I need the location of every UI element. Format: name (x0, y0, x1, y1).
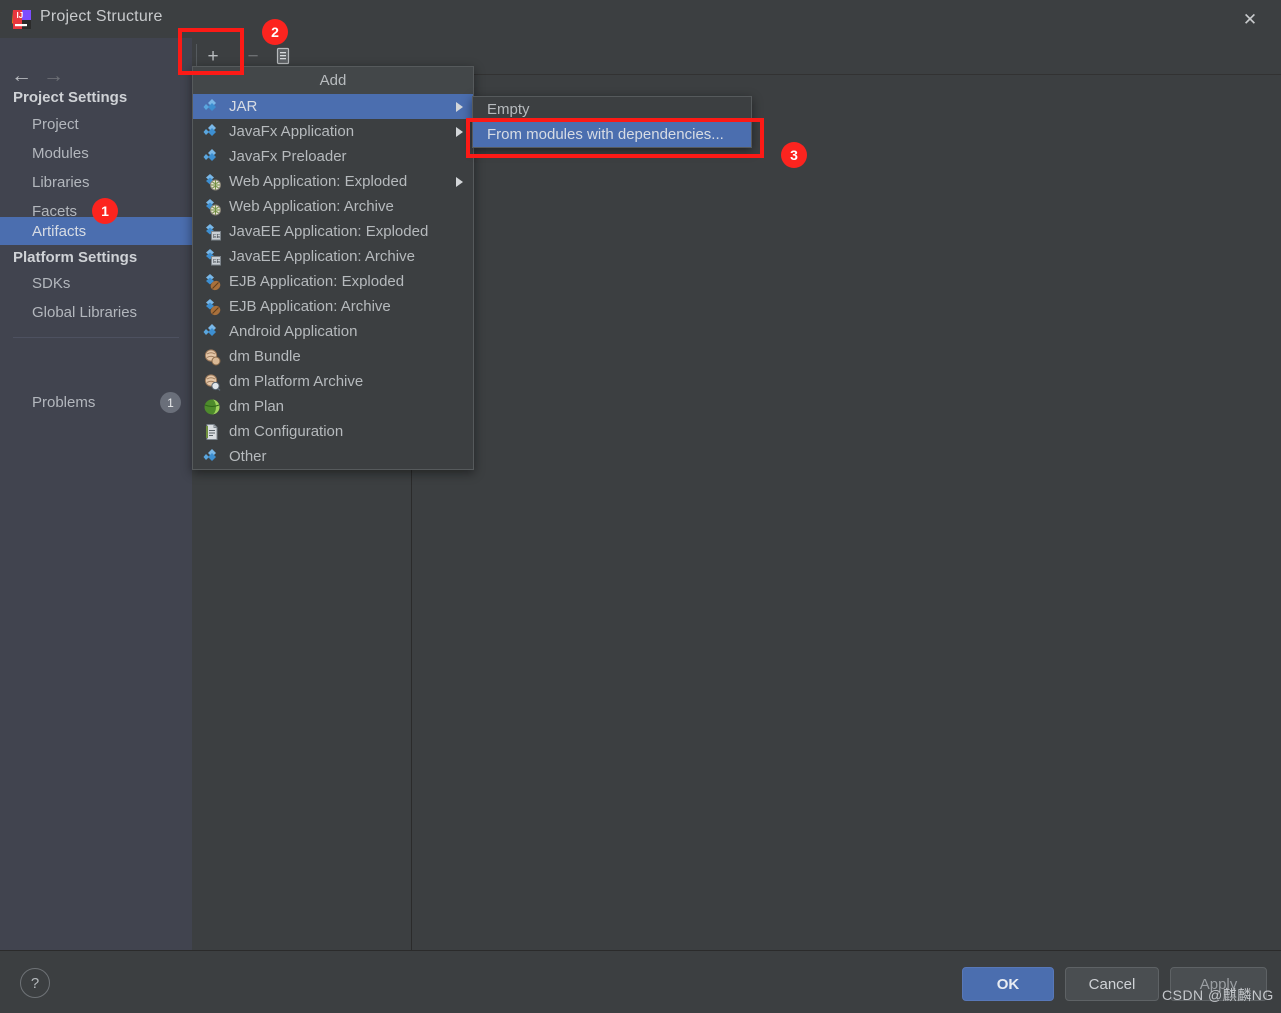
menu-item-label: Web Application: Archive (229, 198, 394, 215)
sidebar-item-label: Problems (0, 394, 95, 411)
artifact-javaee-icon: EE (203, 248, 221, 266)
add-artifact-menu: Add JAR JavaFx Applicati (192, 66, 474, 470)
menu-item-label: JavaEE Application: Archive (229, 248, 415, 265)
menu-item-dm-bundle[interactable]: dm Bundle (193, 344, 473, 369)
annotation-box-add-button (178, 28, 244, 75)
annotation-badge-3: 3 (781, 142, 807, 168)
watermark-text: CSDN @麒麟NG (1162, 985, 1274, 1005)
menu-item-label: EJB Application: Exploded (229, 273, 404, 290)
sidebar-item-label: SDKs (0, 275, 70, 292)
menu-item-ejb-application-archive[interactable]: EJB Application: Archive (193, 294, 473, 319)
dm-config-icon (203, 423, 221, 441)
menu-item-label: JavaFx Application (229, 123, 354, 140)
forward-arrow-icon[interactable]: → (43, 68, 64, 84)
sidebar-group-platform-settings: Platform Settings (13, 249, 137, 266)
annotation-badge-1: 1 (92, 198, 118, 224)
menu-item-label: dm Platform Archive (229, 373, 363, 390)
menu-item-javafx-application[interactable]: JavaFx Application (193, 119, 473, 144)
artifact-ejb-icon (203, 273, 221, 291)
sidebar-item-label: Project (0, 116, 79, 133)
sidebar-navigation: ← → (0, 68, 192, 84)
artifact-jar-icon (203, 448, 221, 466)
menu-item-label: Other (229, 448, 267, 465)
menu-item-javaee-application-exploded[interactable]: EE JavaEE Application: Exploded (193, 219, 473, 244)
sidebar-item-label: Modules (0, 145, 89, 162)
sidebar-item-project[interactable]: Project (0, 112, 192, 137)
cancel-button[interactable]: Cancel (1065, 967, 1159, 1001)
dm-bundle-icon (203, 348, 221, 366)
intellij-idea-icon: IJ (11, 9, 32, 30)
help-button[interactable]: ? (20, 968, 50, 998)
submenu-item-label: Empty (487, 101, 530, 118)
sidebar-item-label: Libraries (0, 174, 90, 191)
sidebar-item-libraries[interactable]: Libraries (0, 170, 192, 195)
artifact-javaee-icon: EE (203, 223, 221, 241)
problems-count-badge: 1 (160, 392, 181, 413)
menu-item-javaee-application-archive[interactable]: EE JavaEE Application: Archive (193, 244, 473, 269)
menu-item-web-application-archive[interactable]: Web Application: Archive (193, 194, 473, 219)
menu-item-dm-platform-archive[interactable]: dm Platform Archive (193, 369, 473, 394)
menu-item-label: JavaFx Preloader (229, 148, 347, 165)
svg-text:EE: EE (213, 234, 221, 240)
sidebar-item-global-libraries[interactable]: Global Libraries (0, 300, 192, 325)
annotation-box-from-modules (466, 118, 764, 158)
dm-plan-icon (203, 398, 221, 416)
menu-item-dm-plan[interactable]: dm Plan (193, 394, 473, 419)
artifact-ejb-icon (203, 298, 221, 316)
chevron-right-icon (456, 102, 463, 112)
menu-item-label: dm Bundle (229, 348, 301, 365)
menu-item-other[interactable]: Other (193, 444, 473, 469)
menu-item-jar[interactable]: JAR (193, 94, 473, 119)
menu-item-label: Android Application (229, 323, 357, 340)
artifact-web-icon (203, 198, 221, 216)
menu-item-android-application[interactable]: Android Application (193, 319, 473, 344)
menu-item-label: Web Application: Exploded (229, 173, 407, 190)
menu-item-web-application-exploded[interactable]: Web Application: Exploded (193, 169, 473, 194)
menu-item-label: dm Configuration (229, 423, 343, 440)
close-icon[interactable]: ✕ (1227, 0, 1273, 38)
menu-item-label: JAR (229, 98, 257, 115)
sidebar-item-label: Global Libraries (0, 304, 137, 321)
sidebar-divider (13, 337, 179, 338)
menu-item-dm-configuration[interactable]: dm Configuration (193, 419, 473, 444)
sidebar-item-sdks[interactable]: SDKs (0, 271, 192, 296)
sidebar: ← → Project Settings Project Modules Lib… (0, 38, 192, 950)
artifact-jar-icon (203, 123, 221, 141)
back-arrow-icon[interactable]: ← (11, 68, 32, 84)
menu-item-label: JavaEE Application: Exploded (229, 223, 428, 240)
sidebar-group-project-settings: Project Settings (13, 89, 127, 106)
page-title: Project Structure (40, 8, 163, 26)
artifact-web-icon (203, 173, 221, 191)
chevron-right-icon (456, 177, 463, 187)
artifact-jar-icon (203, 323, 221, 341)
menu-item-label: dm Plan (229, 398, 284, 415)
chevron-right-icon (456, 127, 463, 137)
svg-text:EE: EE (213, 259, 221, 265)
annotation-badge-2: 2 (262, 19, 288, 45)
dm-platform-icon (203, 373, 221, 391)
artifact-jar-icon (203, 98, 221, 116)
artifact-jar-icon (203, 148, 221, 166)
sidebar-item-label: Artifacts (0, 223, 86, 240)
sidebar-item-modules[interactable]: Modules (0, 141, 192, 166)
ok-button[interactable]: OK (962, 967, 1054, 1001)
menu-item-javafx-preloader[interactable]: JavaFx Preloader (193, 144, 473, 169)
project-structure-dialog: IJ Project Structure ✕ ← → Project Setti… (0, 0, 1281, 1012)
svg-text:IJ: IJ (17, 11, 24, 20)
menu-item-label: EJB Application: Archive (229, 298, 391, 315)
menu-item-ejb-application-exploded[interactable]: EJB Application: Exploded (193, 269, 473, 294)
artifact-detail-panel (412, 74, 1281, 950)
